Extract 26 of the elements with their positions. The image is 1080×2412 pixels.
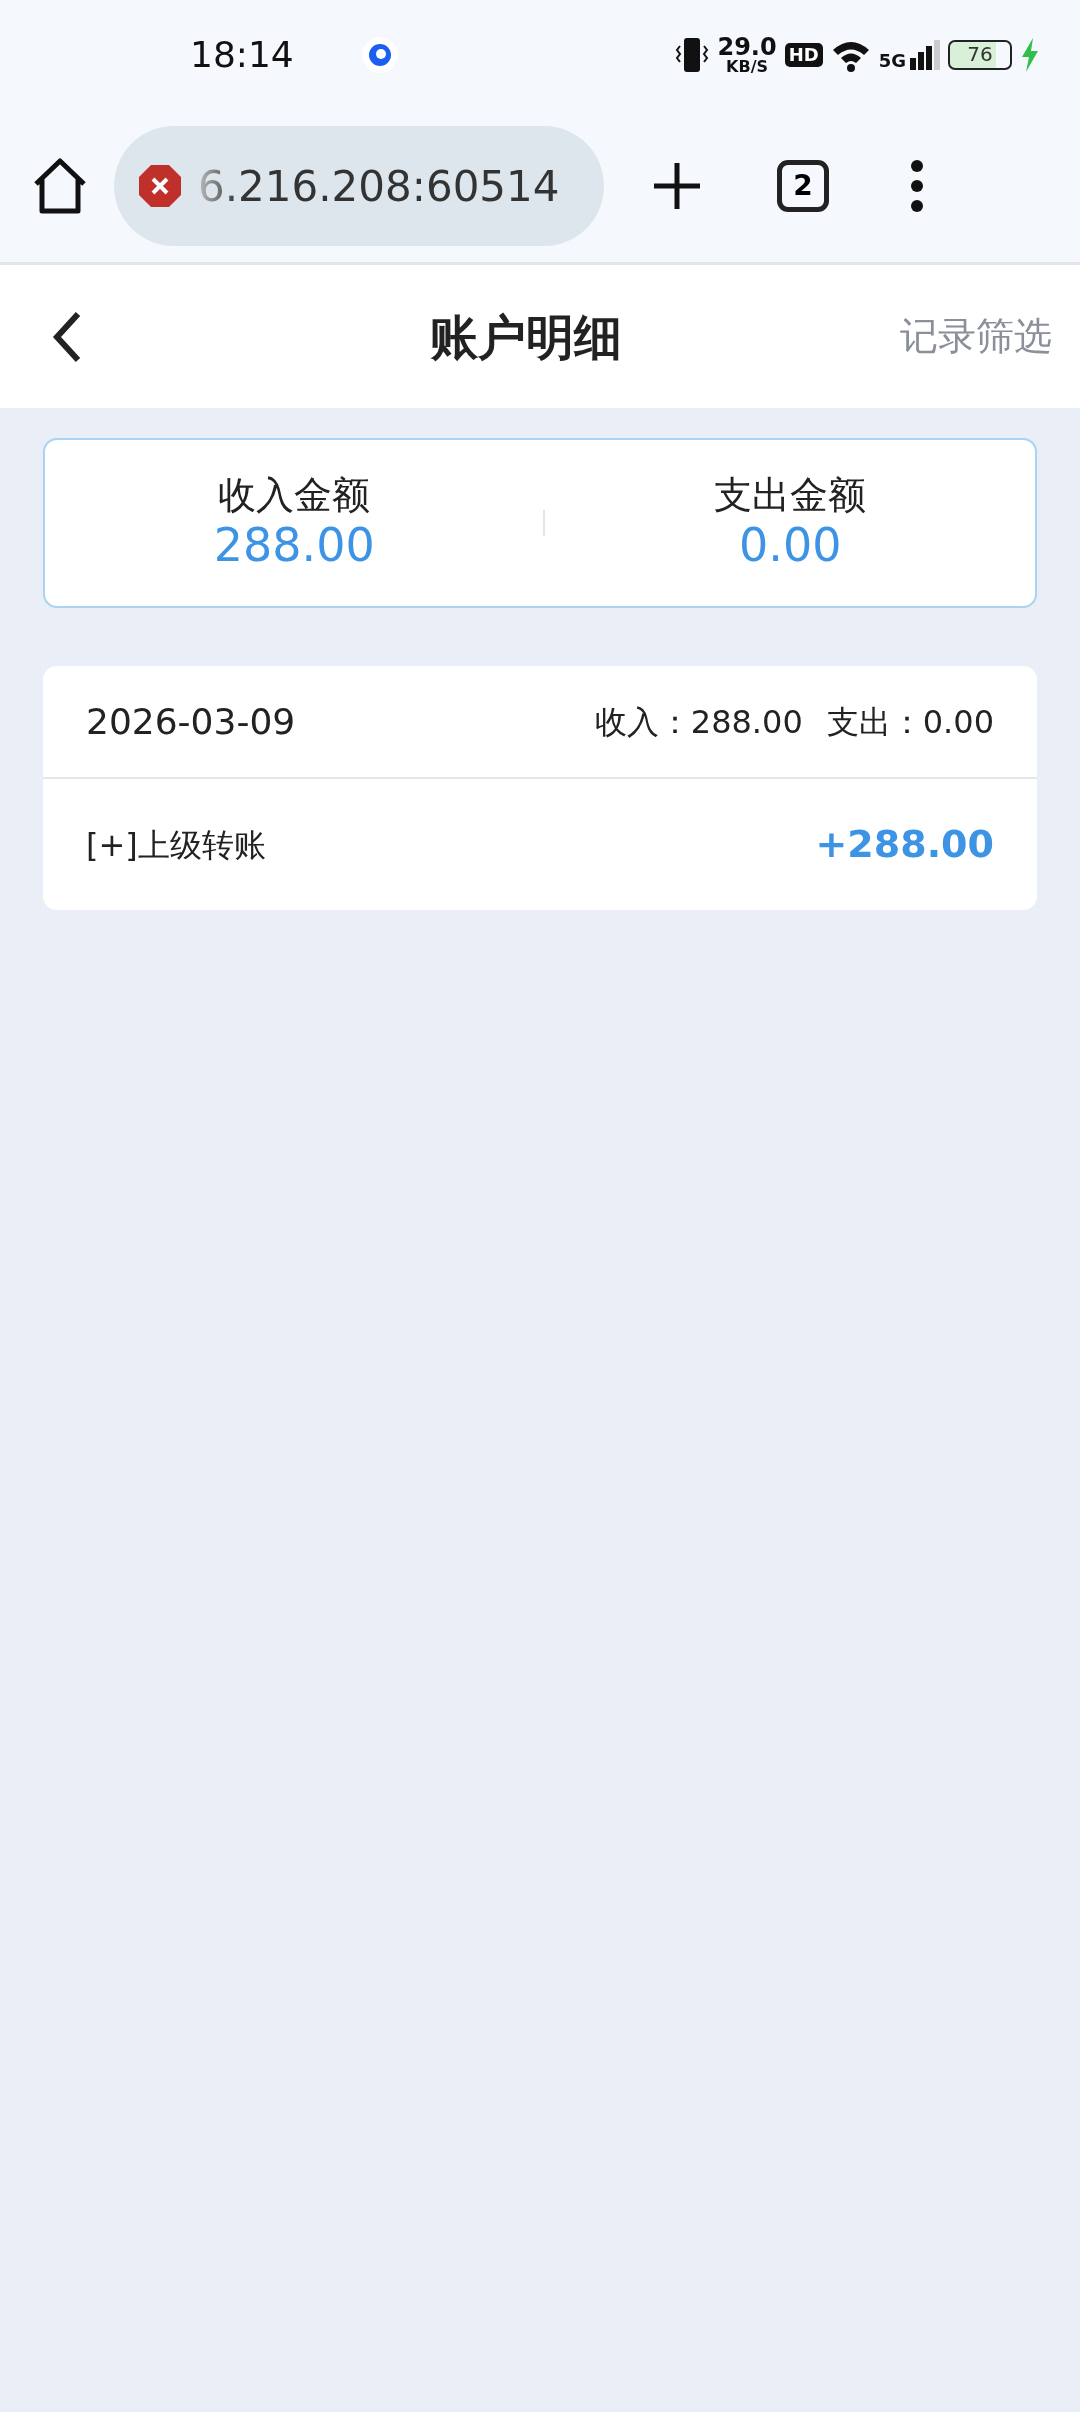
network-type: 5G bbox=[878, 52, 906, 70]
vibrate-icon bbox=[675, 36, 710, 74]
record-amount: +288.00 bbox=[815, 821, 994, 868]
income-total: 收入：288.00 bbox=[594, 701, 803, 743]
expense-total: 支出：0.00 bbox=[826, 701, 994, 743]
page-title: 账户明细 bbox=[430, 307, 622, 367]
menu-icon bbox=[909, 159, 925, 213]
signal-icon bbox=[910, 40, 940, 70]
plus-icon bbox=[652, 161, 702, 211]
back-icon bbox=[52, 310, 82, 363]
status-time: 18:14 bbox=[190, 33, 294, 77]
back-button[interactable] bbox=[52, 310, 82, 363]
date-label: 2026-03-09 bbox=[86, 699, 296, 744]
summary-amount: 0.00 bbox=[739, 518, 842, 574]
hd-badge: HD bbox=[784, 43, 823, 67]
app-notification-icon bbox=[359, 35, 400, 75]
address-bar[interactable]: 6.216.208:60514 bbox=[114, 126, 604, 246]
summary-label: 收入金额 bbox=[218, 472, 371, 519]
summary-label: 支出金额 bbox=[714, 472, 867, 519]
summary-amount: 288.00 bbox=[213, 518, 375, 574]
network-speed: 29.0 KB/S bbox=[717, 35, 777, 75]
battery-indicator: 76 bbox=[948, 40, 1012, 70]
new-tab-button[interactable] bbox=[652, 161, 702, 211]
menu-button[interactable] bbox=[909, 159, 925, 213]
record-title: [+]上级转账 bbox=[86, 824, 266, 866]
tab-count-button[interactable]: 2 bbox=[777, 160, 829, 212]
